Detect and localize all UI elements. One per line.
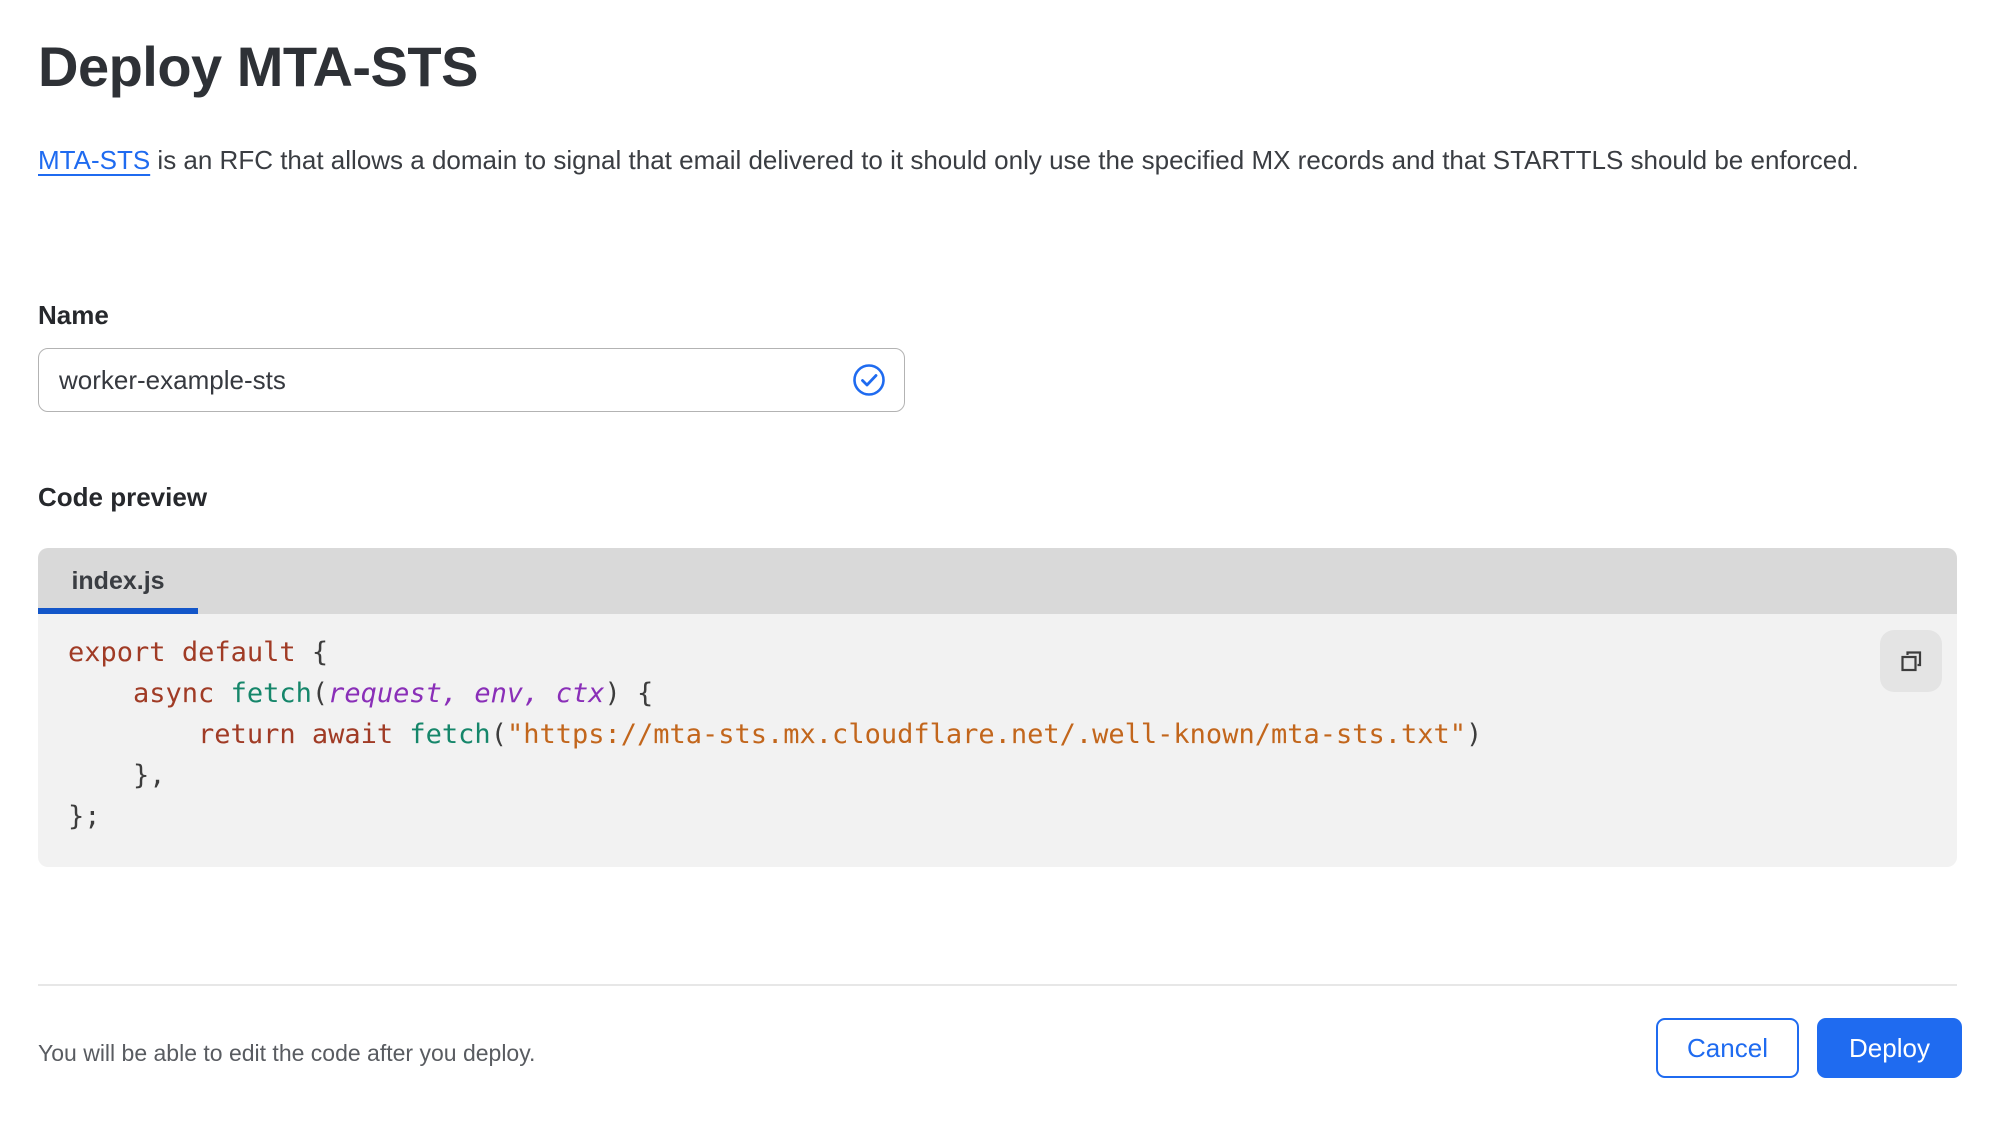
- code-tab-bar: index.js: [38, 548, 1957, 614]
- page-title: Deploy MTA-STS: [38, 35, 478, 98]
- copy-icon: [1901, 651, 1922, 672]
- code-preview-block: index.js export default { async fetch(re…: [38, 548, 1957, 867]
- description: MTA-STS is an RFC that allows a domain t…: [38, 138, 1859, 182]
- footer-note: You will be able to edit the code after …: [38, 1040, 536, 1066]
- mta-sts-link[interactable]: MTA-STS: [38, 145, 150, 175]
- description-text: is an RFC that allows a domain to signal…: [150, 145, 1859, 175]
- tab-index-js[interactable]: index.js: [38, 548, 198, 614]
- tab-label: index.js: [71, 567, 165, 595]
- check-circle-icon: [853, 364, 885, 396]
- code-preview-label: Code preview: [38, 482, 208, 512]
- footer-divider: [38, 984, 1957, 986]
- name-input[interactable]: [38, 348, 905, 412]
- name-input-wrapper: [38, 348, 905, 412]
- deploy-mta-sts-page: Deploy MTA-STS MTA-STS is an RFC that al…: [0, 0, 1999, 1138]
- deploy-button[interactable]: Deploy: [1817, 1018, 1962, 1078]
- code-area: export default { async fetch(request, en…: [38, 614, 1957, 867]
- code-content: export default { async fetch(request, en…: [68, 637, 1483, 832]
- name-label: Name: [38, 300, 109, 330]
- copy-code-button[interactable]: [1880, 630, 1942, 692]
- cancel-button[interactable]: Cancel: [1656, 1018, 1799, 1078]
